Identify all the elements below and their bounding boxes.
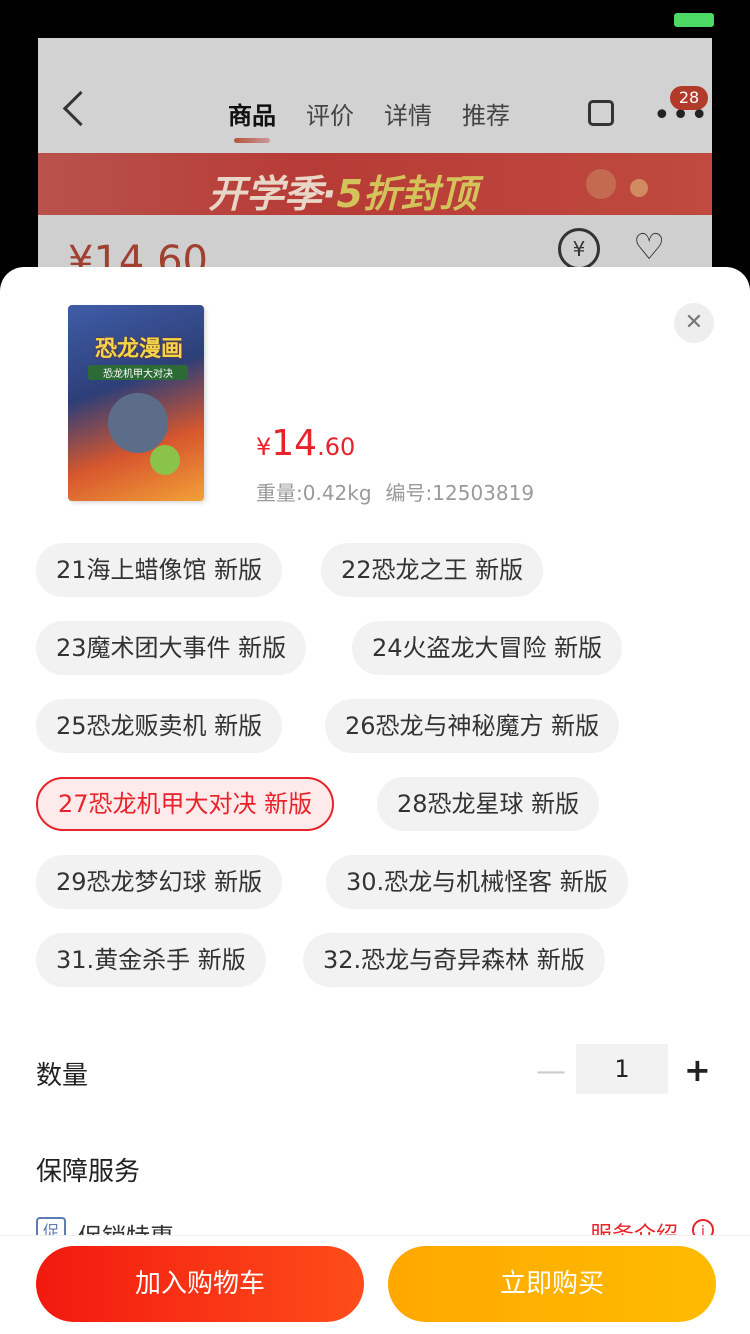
option-chip-selected[interactable]: 27恐龙机甲大对决 新版 [36,777,335,831]
tab-recommend[interactable]: 推荐 [462,96,510,131]
quantity-input[interactable]: 1 [576,1044,668,1094]
share-icon[interactable] [588,100,614,126]
tab-details[interactable]: 详情 [384,96,432,131]
product-meta: 重量:0.42kg 编号:12503819 [256,477,534,506]
quantity-label: 数量 [36,1061,89,1091]
decrease-quantity-button[interactable]: — [536,1054,566,1089]
battery-icon [674,13,714,27]
weight-text: 重量:0.42kg [256,481,372,505]
close-button[interactable]: ✕ [674,303,714,343]
product-cover-image: 恐龙漫画 恐龙机甲大对决 [68,305,204,501]
cover-title: 恐龙漫画 [94,337,183,362]
cover-plant-art [150,445,180,475]
banner-decoration [586,169,616,199]
message-badge: 28 [670,86,708,110]
option-chip[interactable]: 31.黄金杀手 新版 [36,933,266,987]
option-chip[interactable]: 21海上蜡像馆 新版 [36,543,283,597]
buy-now-button[interactable]: 立即购买 [388,1246,716,1322]
add-to-cart-button[interactable]: 加入购物车 [36,1246,364,1322]
guarantee-title: 保障服务 [36,1157,141,1187]
option-chip[interactable]: 25恐龙贩卖机 新版 [36,699,283,753]
option-chip[interactable]: 23魔术团大事件 新版 [36,621,307,675]
action-footer: 加入购物车 立即购买 [0,1235,750,1334]
sku-code-text: 编号:12503819 [385,481,535,505]
tab-product[interactable]: 商品 [228,96,276,143]
option-chip[interactable]: 32.恐龙与奇异森林 新版 [303,933,605,987]
increase-quantity-button[interactable]: + [684,1051,711,1089]
option-chip[interactable]: 28恐龙星球 新版 [377,777,600,831]
banner-text: 开学季·5折封顶 [208,172,477,216]
status-bar [0,0,750,38]
option-chip[interactable]: 30.恐龙与机械怪客 新版 [326,855,628,909]
cover-dinosaur-art [108,393,168,453]
product-header: 商品 评价 详情 推荐 ••• 28 [38,38,712,153]
product-page-background: 商品 评价 详情 推荐 ••• 28 开学季·5折封顶 ¥14.60 ¥ ♡ [38,38,712,278]
promo-banner[interactable]: 开学季·5折封顶 [38,153,712,216]
option-chip[interactable]: 29恐龙梦幻球 新版 [36,855,283,909]
sku-price: ¥14.60 [256,423,356,464]
product-tabs: 商品 评价 详情 推荐 [228,96,510,143]
option-chip[interactable]: 24火盗龙大冒险 新版 [352,621,623,675]
cover-subtitle: 恐龙机甲大对决 [88,365,188,380]
tab-reviews[interactable]: 评价 [306,96,354,131]
banner-decoration [630,179,648,197]
favorite-icon[interactable]: ♡ [633,230,665,266]
option-chip[interactable]: 22恐龙之王 新版 [321,543,544,597]
sku-selector-sheet: ✕ 恐龙漫画 恐龙机甲大对决 ¥14.60 重量:0.42kg 编号:125038… [0,267,750,1334]
price-alert-icon[interactable]: ¥ [558,228,600,270]
back-icon[interactable] [62,90,99,127]
option-chip[interactable]: 26恐龙与神秘魔方 新版 [325,699,620,753]
